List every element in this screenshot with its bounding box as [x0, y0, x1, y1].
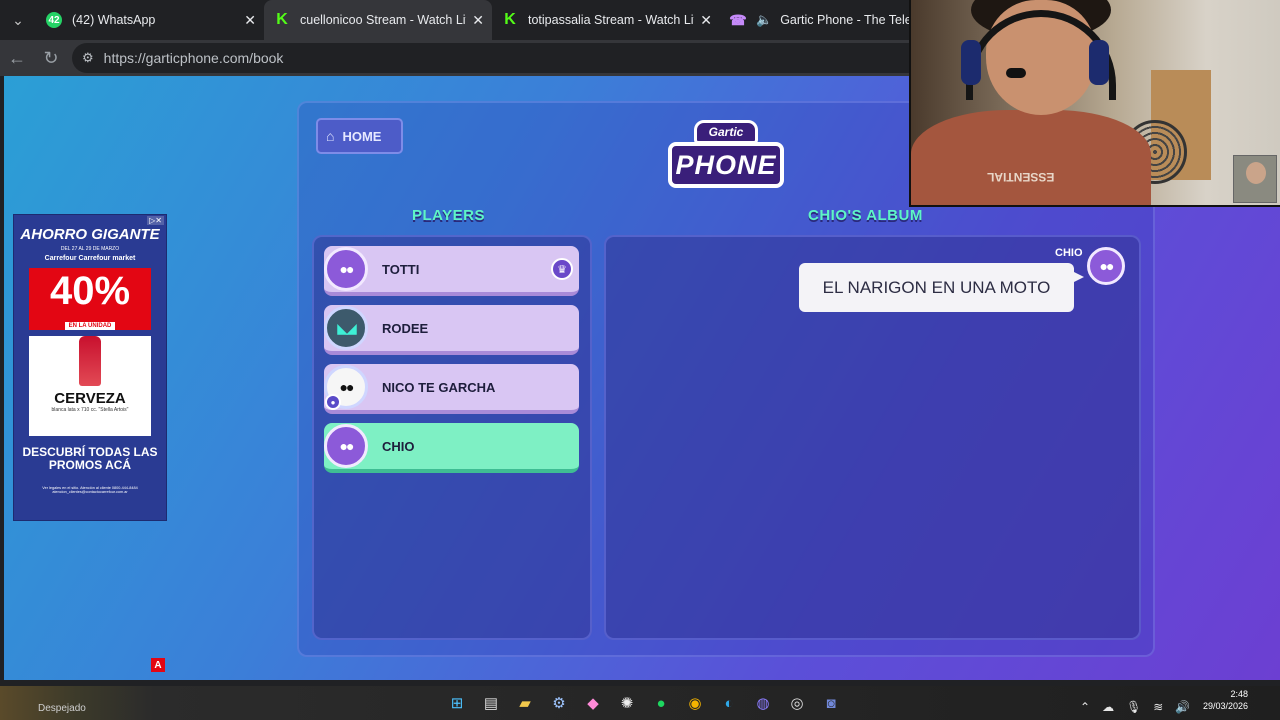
- avatar-face-icon: ●●: [339, 379, 355, 395]
- tab-search-chevron-icon[interactable]: ⌄: [0, 0, 36, 40]
- album-message-bubble: EL NARIGON EN UNA MOTO: [799, 263, 1084, 312]
- home-button[interactable]: ⌂ HOME: [316, 118, 403, 154]
- ad-brands: Carrefour Carrefour market: [44, 255, 136, 262]
- avatar-face-icon: ●●: [1099, 258, 1115, 274]
- speaker-icon[interactable]: 🔈: [756, 12, 772, 28]
- microphone-icon[interactable]: 🎙: [1126, 700, 1141, 714]
- secondary-face: [1246, 162, 1266, 184]
- spotify-icon[interactable]: ●: [644, 689, 678, 717]
- player-avatar: ●●: [324, 247, 368, 291]
- ad-badge-icon[interactable]: A: [151, 658, 165, 672]
- avatar-face-icon: ●●: [339, 438, 355, 454]
- kick-icon: K: [276, 11, 288, 28]
- headset-cup: [961, 40, 981, 85]
- site-info-icon[interactable]: ⚙: [82, 50, 94, 66]
- chevron-up-icon[interactable]: ⌃: [1080, 700, 1090, 714]
- tab-title: cuellonicoo Stream - Watch Live on: [300, 13, 466, 27]
- taskbar-apps: ⊞ ▤ ▰ ⚙ ◆ ✺ ● ◉ ◐ ◍ ◎ ◙: [440, 689, 848, 717]
- album-author: CHIO: [1055, 247, 1083, 259]
- ad-legal: Ver legales en el sitio. Atención al cli…: [42, 486, 138, 494]
- ad-discount-box: 40% EN LA UNIDAD: [29, 268, 151, 330]
- wifi-icon[interactable]: ≋: [1153, 700, 1163, 714]
- tab-title: (42) WhatsApp: [72, 13, 156, 27]
- home-icon: ⌂: [326, 128, 335, 144]
- gartic-phone-logo: Gartic PHONE: [668, 120, 784, 190]
- album-author-avatar: ●●: [1087, 247, 1125, 285]
- copilot-icon[interactable]: ◆: [576, 689, 610, 717]
- headset-cup: [1089, 40, 1109, 85]
- player-avatar: ◣◢: [324, 306, 368, 350]
- url-text: https://garticphone.com/book: [103, 50, 284, 66]
- system-tray: ⌃ ☁ 🎙 ≋ 🔊: [1080, 694, 1202, 720]
- ad-discount-sub: EN LA UNIDAD: [64, 322, 116, 330]
- carrefour-ad-banner[interactable]: ▷✕ AHORRO GIGANTE DEL 27 AL 29 DE MARZO …: [13, 214, 167, 521]
- avatar-face-icon: ●●: [339, 261, 355, 277]
- ad-discount: 40%: [49, 269, 131, 313]
- secondary-camera: [1233, 155, 1277, 203]
- chrome-icon[interactable]: ◉: [678, 689, 712, 717]
- taskbar-clock[interactable]: 2:48 29/03/2026: [1196, 688, 1248, 712]
- webcam-overlay: ESSENTIAL: [909, 0, 1280, 207]
- album-message: EL NARIGON EN UNA MOTO: [822, 277, 1051, 297]
- adchoices-icon[interactable]: ▷✕: [147, 216, 164, 225]
- discord-icon[interactable]: ◙: [814, 689, 848, 717]
- player-name: RODEE: [382, 320, 429, 336]
- whatsapp-icon: 42: [46, 12, 62, 28]
- close-icon[interactable]: ✕: [244, 12, 256, 29]
- logo-bottom: PHONE: [668, 142, 784, 188]
- crown-icon: ♛: [551, 258, 573, 280]
- windows-start-icon[interactable]: ⊞: [440, 689, 474, 717]
- logo-top: Gartic: [694, 120, 758, 144]
- clock-time: 2:48: [1230, 689, 1248, 699]
- player-card[interactable]: ◣◢ RODEE: [324, 305, 579, 355]
- player-card-active[interactable]: ●● CHIO: [324, 423, 579, 473]
- tab-cuellonicoo[interactable]: K cuellonicoo Stream - Watch Live on ✕: [264, 0, 492, 40]
- close-icon[interactable]: ✕: [472, 12, 484, 29]
- beer-can-image: [79, 336, 101, 386]
- player-name: TOTTI: [382, 261, 420, 277]
- person-icon: ●: [325, 394, 341, 410]
- players-title: PLAYERS: [412, 207, 485, 224]
- player-name: CHIO: [382, 438, 415, 454]
- headset-mic: [1006, 68, 1026, 78]
- player-avatar: ●●: [324, 424, 368, 468]
- steam-icon[interactable]: ⚙: [542, 689, 576, 717]
- kick-icon: K: [504, 11, 516, 28]
- avatar-face-icon: ◣◢: [337, 319, 356, 336]
- player-card[interactable]: ●● ● NICO TE GARCHA: [324, 364, 579, 414]
- ad-product-sub: blanca lata x 710 cc. "Stella Artois": [51, 407, 129, 413]
- clock-date: 29/03/2026: [1202, 701, 1248, 711]
- tab-title: totipassalia Stream - Watch Live on: [528, 13, 694, 27]
- assistant-icon[interactable]: ◍: [746, 689, 780, 717]
- ad-headline: AHORRO GIGANTE: [20, 226, 160, 243]
- close-icon[interactable]: ✕: [700, 12, 712, 29]
- volume-icon[interactable]: 🔊: [1175, 700, 1190, 714]
- player-avatar: ●● ●: [324, 365, 368, 410]
- tab-totipassalia[interactable]: K totipassalia Stream - Watch Live on ✕: [492, 0, 720, 40]
- edge-icon[interactable]: ◐: [712, 689, 746, 717]
- back-arrow-icon[interactable]: ←: [0, 41, 34, 75]
- ad-product: CERVEZA: [54, 390, 126, 407]
- ad-dates: DEL 27 AL 29 DE MARZO: [60, 246, 120, 252]
- app-icon[interactable]: ◎: [780, 689, 814, 717]
- cloud-icon[interactable]: ☁: [1102, 700, 1114, 714]
- album-title: CHIO'S ALBUM: [808, 207, 923, 224]
- telephone-icon: ☎: [729, 11, 747, 28]
- streamer-shirt: [911, 110, 1151, 205]
- folder-icon[interactable]: ▰: [508, 689, 542, 717]
- tab-whatsapp[interactable]: 42 (42) WhatsApp ✕: [36, 0, 264, 40]
- shirt-text: ESSENTIAL: [987, 170, 1055, 184]
- ad-promo: DESCUBRÍ TODAS LAS PROMOS ACÁ: [22, 445, 158, 472]
- file-icon[interactable]: ▤: [474, 689, 508, 717]
- player-name: NICO TE GARCHA: [382, 379, 496, 395]
- reload-icon[interactable]: ↻: [34, 41, 68, 75]
- weather-text[interactable]: Despejado: [38, 703, 86, 714]
- ad-product-box: CERVEZA blanca lata x 710 cc. "Stella Ar…: [29, 336, 151, 436]
- chatgpt-icon[interactable]: ✺: [610, 689, 644, 717]
- player-card[interactable]: ●● TOTTI ♛: [324, 246, 579, 296]
- home-label: HOME: [342, 128, 382, 144]
